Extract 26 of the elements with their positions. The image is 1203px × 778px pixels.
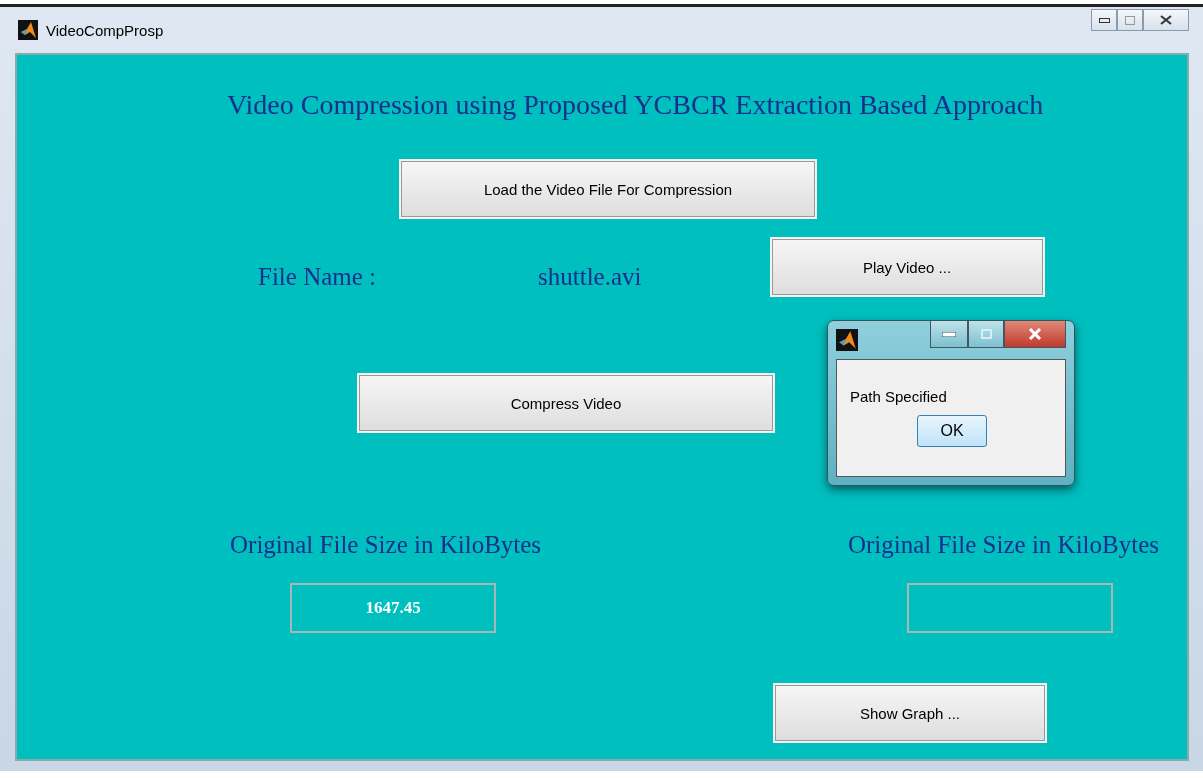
compress-video-button[interactable]: Compress Video [359,375,773,431]
maximize-icon [980,329,992,339]
ok-button[interactable]: OK [917,415,987,447]
minimize-icon [942,331,956,337]
load-video-button[interactable]: Load the Video File For Compression [401,161,815,217]
dialog-message: Path Specified [850,388,948,405]
minimize-button[interactable] [930,321,968,348]
file-size-label: Original File Size in KiloBytes [847,531,1159,559]
close-button[interactable] [1143,9,1189,31]
file-size-label: Original File Size in KiloBytes [230,531,542,559]
maximize-icon [1125,15,1135,25]
close-icon [1028,328,1042,340]
minimize-button[interactable] [1091,9,1117,31]
close-button[interactable] [1004,321,1066,348]
app-logo-icon [836,329,858,351]
maximize-button[interactable] [968,321,1004,348]
play-video-button[interactable]: Play Video ... [771,239,1043,295]
file-name-value: shuttle.avi [538,263,642,291]
app-logo-icon [18,20,38,40]
file-size-field: 1647.45 [290,583,496,633]
close-icon [1160,15,1172,25]
page-heading: Video Compression using Proposed YCBCR Extraction Based Approach [227,89,1045,121]
file-name-label: File Name : [258,263,377,291]
show-graph-button[interactable]: Show Graph ... [775,685,1045,741]
window-title: VideoCompProsp [46,21,164,39]
minimize-icon [1098,17,1110,23]
